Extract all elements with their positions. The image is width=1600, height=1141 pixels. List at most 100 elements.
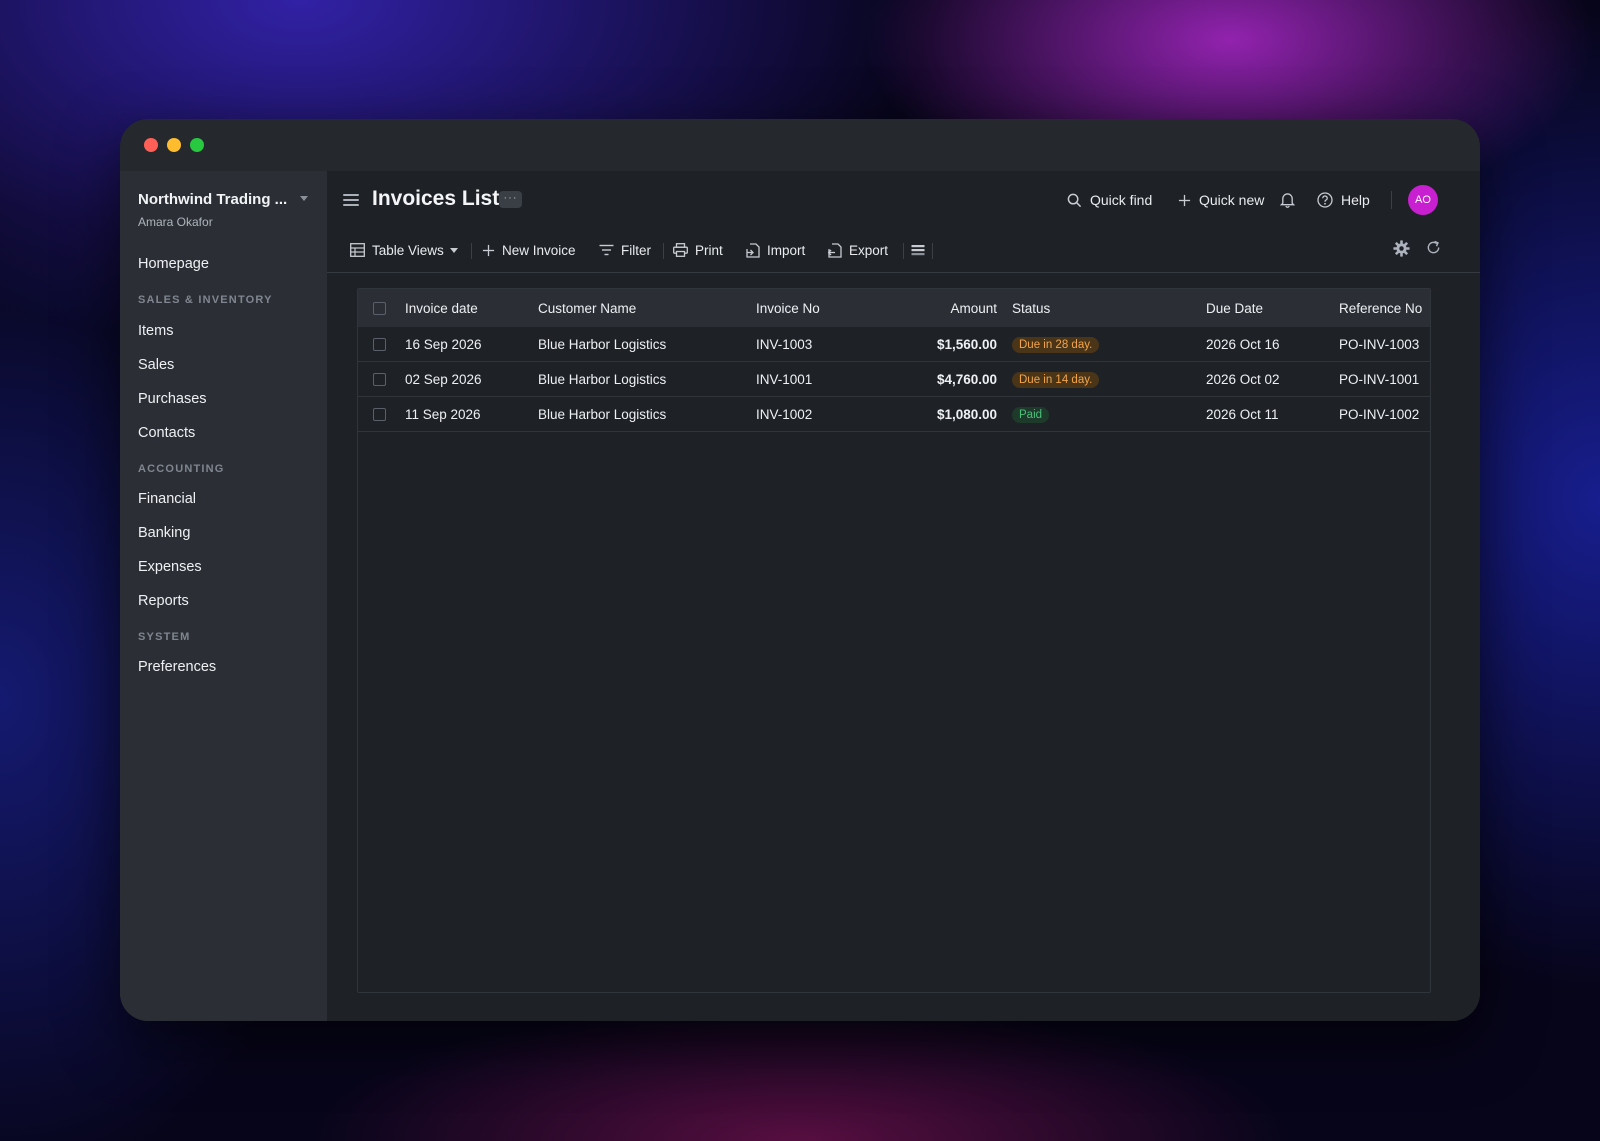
sidebar-item-purchases[interactable]: Purchases xyxy=(138,391,207,407)
table-header-row: Invoice date Customer Name Invoice No Am… xyxy=(358,289,1430,327)
reference-no-cell: PO-INV-1003 xyxy=(1339,327,1430,362)
new-invoice-label: New Invoice xyxy=(502,242,576,258)
table-icon xyxy=(350,243,365,257)
gear-icon[interactable] xyxy=(1393,240,1410,257)
org-name: Northwind Trading ... xyxy=(138,191,288,208)
refresh-icon[interactable] xyxy=(1426,240,1441,255)
toolbar-divider xyxy=(932,243,933,259)
column-header-amount[interactable]: Amount xyxy=(880,289,1012,327)
invoices-table: Invoice date Customer Name Invoice No Am… xyxy=(357,288,1431,993)
table-views-label: Table Views xyxy=(372,242,444,258)
sidebar-section-sales-inventory: SALES & INVENTORY xyxy=(138,294,273,306)
table-views-dropdown[interactable]: Table Views xyxy=(350,234,458,266)
sidebar-section-accounting: ACCOUNTING xyxy=(138,463,225,475)
sidebar-item-banking[interactable]: Banking xyxy=(138,525,190,541)
sidebar-item-reports[interactable]: Reports xyxy=(138,593,189,609)
table-row[interactable]: 11 Sep 2026 Blue Harbor Logistics INV-10… xyxy=(358,396,1430,432)
printer-icon xyxy=(673,243,688,257)
zoom-window-button[interactable] xyxy=(190,138,204,152)
invoice-no-cell: INV-1002 xyxy=(756,396,880,432)
user-name: Amara Okafor xyxy=(138,215,213,229)
app-window: Northwind Trading ... Amara Okafor Homep… xyxy=(120,119,1480,1021)
chevron-down-icon xyxy=(449,247,458,253)
amount-cell: $1,560.00 xyxy=(880,327,1012,362)
help-label: Help xyxy=(1341,192,1370,208)
row-checkbox[interactable] xyxy=(373,372,386,386)
table-row[interactable]: 02 Sep 2026 Blue Harbor Logistics INV-10… xyxy=(358,361,1430,397)
status-badge: Due in 28 day. xyxy=(1012,336,1100,353)
print-label: Print xyxy=(695,242,723,258)
quick-find-button[interactable]: Quick find xyxy=(1067,184,1152,216)
column-header-customer-name[interactable]: Customer Name xyxy=(538,289,756,327)
plus-icon xyxy=(1178,194,1191,206)
column-header-reference-no[interactable]: Reference No xyxy=(1339,289,1430,327)
help-button[interactable]: Help xyxy=(1317,184,1370,216)
menu-icon[interactable] xyxy=(343,194,359,206)
import-button[interactable]: Import xyxy=(746,234,805,266)
notifications-button[interactable] xyxy=(1280,184,1303,216)
invoice-no-cell: INV-1003 xyxy=(756,327,880,362)
sidebar-item-sales[interactable]: Sales xyxy=(138,357,174,373)
print-button[interactable]: Print xyxy=(673,234,723,266)
invoice-date-cell: 11 Sep 2026 xyxy=(405,396,538,432)
close-window-button[interactable] xyxy=(144,138,158,152)
sidebar-item-preferences[interactable]: Preferences xyxy=(138,659,216,675)
filter-button[interactable]: Filter xyxy=(599,234,651,266)
due-date-cell: 2026 Oct 16 xyxy=(1206,327,1339,362)
header-divider xyxy=(1391,191,1392,209)
export-label: Export xyxy=(849,242,889,258)
column-header-invoice-no[interactable]: Invoice No xyxy=(756,289,880,327)
due-date-cell: 2026 Oct 11 xyxy=(1206,396,1339,432)
sidebar-item-financial[interactable]: Financial xyxy=(138,491,196,507)
invoice-date-cell: 16 Sep 2026 xyxy=(405,327,538,362)
main-content: Invoices List ··· Quick find Quick new H… xyxy=(327,171,1480,1021)
filter-label: Filter xyxy=(621,242,651,258)
customer-name-cell: Blue Harbor Logistics xyxy=(538,396,756,432)
sidebar-item-expenses[interactable]: Expenses xyxy=(138,559,202,575)
customer-name-cell: Blue Harbor Logistics xyxy=(538,327,756,362)
select-all-checkbox[interactable] xyxy=(373,301,386,315)
sidebar: Northwind Trading ... Amara Okafor Homep… xyxy=(120,171,327,1021)
toolbar-divider xyxy=(903,243,904,259)
quick-new-button[interactable]: Quick new xyxy=(1178,184,1264,216)
reference-no-cell: PO-INV-1002 xyxy=(1339,396,1430,432)
amount-cell: $1,080.00 xyxy=(880,396,1012,432)
plus-icon xyxy=(482,244,495,256)
customer-name-cell: Blue Harbor Logistics xyxy=(538,361,756,397)
column-header-invoice-date[interactable]: Invoice date xyxy=(405,289,538,327)
reference-no-cell: PO-INV-1001 xyxy=(1339,361,1430,397)
invoice-date-cell: 02 Sep 2026 xyxy=(405,361,538,397)
top-actions: Quick find Quick new Help AO xyxy=(1067,184,1468,216)
avatar[interactable]: AO xyxy=(1408,185,1438,215)
sidebar-item-contacts[interactable]: Contacts xyxy=(138,425,195,441)
toolbar-divider xyxy=(471,243,472,259)
invoice-no-cell: INV-1001 xyxy=(756,361,880,397)
toolbar-divider xyxy=(663,243,664,259)
quick-new-label: Quick new xyxy=(1199,192,1265,208)
filter-icon xyxy=(599,244,614,256)
status-badge: Paid xyxy=(1012,406,1050,423)
column-header-status[interactable]: Status xyxy=(1012,289,1206,327)
more-options-button[interactable]: ··· xyxy=(499,191,522,208)
column-density-button[interactable] xyxy=(911,234,932,266)
export-icon xyxy=(828,242,842,258)
search-icon xyxy=(1067,193,1082,207)
row-checkbox[interactable] xyxy=(373,407,386,421)
sidebar-section-system: SYSTEM xyxy=(138,631,191,643)
org-switcher[interactable]: Northwind Trading ... xyxy=(138,191,318,208)
table-row[interactable]: 16 Sep 2026 Blue Harbor Logistics INV-10… xyxy=(358,327,1430,362)
sidebar-item-homepage[interactable]: Homepage xyxy=(138,256,209,272)
help-icon xyxy=(1317,192,1333,208)
export-button[interactable]: Export xyxy=(828,234,888,266)
minimize-window-button[interactable] xyxy=(167,138,181,152)
import-icon xyxy=(746,242,760,258)
rows-icon xyxy=(911,245,925,256)
row-checkbox[interactable] xyxy=(373,337,386,351)
toolbar: Table Views New Invoice Filter Print Imp… xyxy=(327,234,1480,273)
new-invoice-button[interactable]: New Invoice xyxy=(482,234,576,266)
column-header-due-date[interactable]: Due Date xyxy=(1206,289,1339,327)
bell-icon xyxy=(1280,193,1295,208)
import-label: Import xyxy=(767,242,806,258)
sidebar-item-items[interactable]: Items xyxy=(138,323,173,339)
status-badge: Due in 14 day. xyxy=(1012,371,1100,388)
